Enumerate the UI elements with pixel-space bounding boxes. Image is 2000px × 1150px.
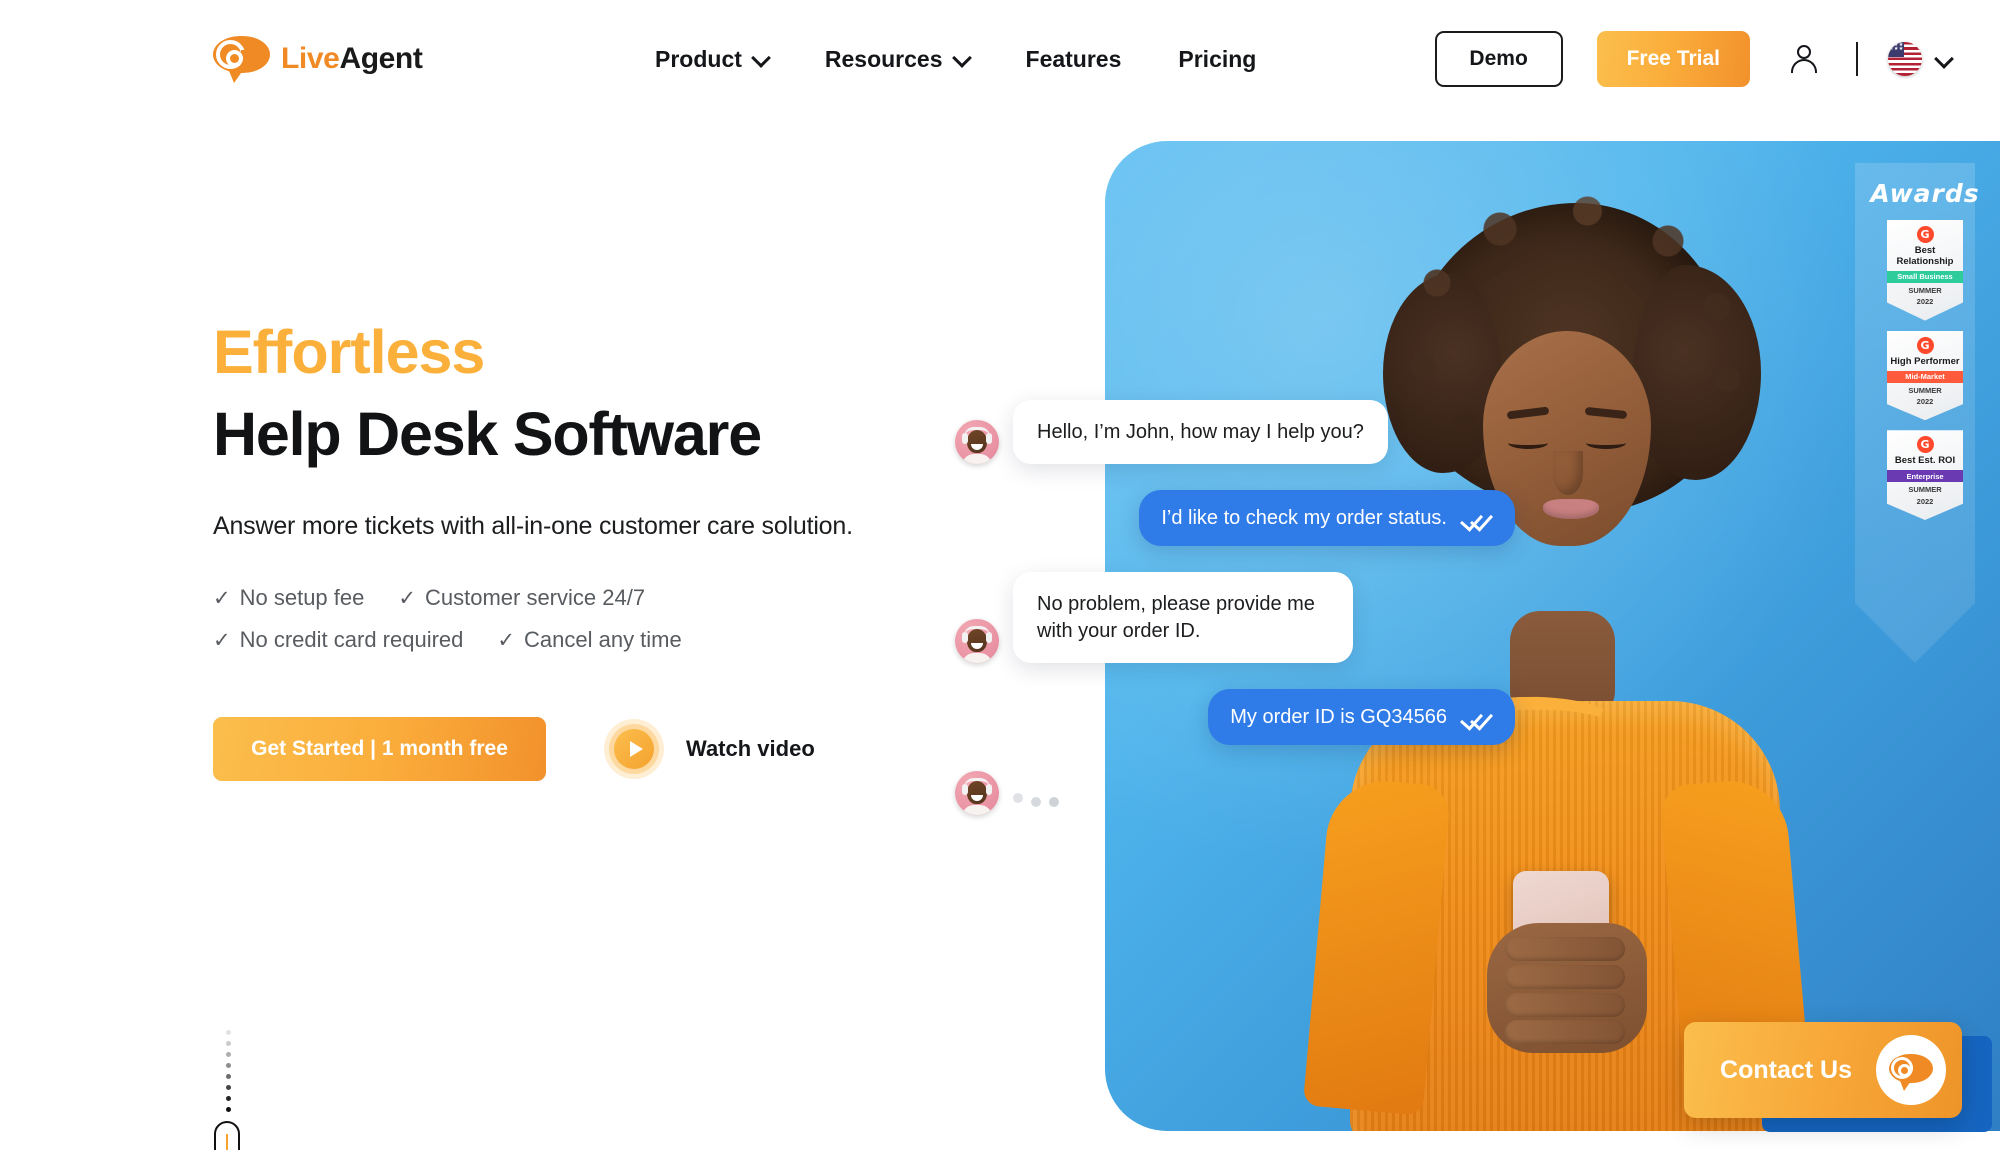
- page-title: Help Desk Software: [213, 399, 762, 468]
- checklist-item-label: Customer service 24/7: [424, 585, 646, 611]
- nav-item-label: Resources: [824, 45, 943, 72]
- watch-video-button[interactable]: Watch video: [604, 719, 815, 780]
- award-name: Best Est. ROI: [1894, 455, 1956, 467]
- brand-logo[interactable]: LiveAgent: [213, 36, 423, 83]
- agent-avatar-headset-icon: [955, 420, 999, 465]
- chat-conversation-overlay: Hello, I’m John, how may I help you? I’d…: [955, 400, 1515, 841]
- contact-us-widget[interactable]: Contact Us: [1684, 1022, 1962, 1118]
- agent-avatar-headset-icon: [955, 619, 999, 664]
- chat-typing-indicator: [955, 771, 1515, 816]
- chat-message-agent: No problem, please provide me with your …: [955, 572, 1515, 664]
- user-account-icon[interactable]: [1790, 43, 1818, 75]
- nav-item-label: Features: [1025, 45, 1122, 72]
- nav-item-label: Product: [655, 45, 742, 72]
- at-speech-bubble-icon: [213, 36, 270, 83]
- g2-logo-icon: G: [1916, 436, 1934, 454]
- awards-title: Awards: [1870, 179, 1980, 208]
- award-segment: Mid-Market: [1887, 370, 1963, 383]
- watch-video-label: Watch video: [686, 736, 815, 762]
- at-speech-bubble-icon: [1876, 1035, 1946, 1105]
- site-header: LiveAgent Product Resources Features Pri…: [0, 0, 2000, 118]
- chevron-down-icon: [753, 49, 768, 64]
- page-title-accent: Effortless: [213, 318, 485, 386]
- chat-bubble-text: My order ID is GQ34566: [1230, 706, 1447, 729]
- chat-message-customer: My order ID is GQ34566: [955, 689, 1515, 746]
- g2-logo-icon: G: [1916, 226, 1934, 243]
- hero-cta-group: Get Started | 1 month free Watch video: [213, 717, 1013, 782]
- award-season: SUMMER: [1908, 385, 1942, 395]
- award-badge: G Best Est. ROI Enterprise SUMMER 2022: [1887, 430, 1963, 520]
- check-icon: ✓: [497, 628, 515, 652]
- chat-bubble-text: No problem, please provide me with your …: [1013, 572, 1353, 664]
- chat-message-agent: Hello, I’m John, how may I help you?: [955, 400, 1515, 465]
- nav-item-features[interactable]: Features: [1026, 36, 1122, 83]
- header-divider: [1856, 42, 1858, 76]
- award-season: SUMMER: [1908, 485, 1942, 495]
- checklist-item: ✓ No setup fee: [213, 585, 364, 611]
- us-flag-icon: ★★★★★★★★: [1888, 42, 1922, 76]
- g2-logo-icon: G: [1916, 336, 1934, 354]
- play-triangle-icon: [614, 729, 654, 770]
- check-icon: ✓: [213, 628, 231, 652]
- awards-badge-list: G Best Relationship Small Business SUMME…: [1850, 220, 2000, 520]
- play-button[interactable]: [604, 719, 664, 780]
- free-trial-button[interactable]: Free Trial: [1596, 31, 1750, 87]
- hero-content: Effortless Help Desk Software Answer mor…: [213, 318, 1013, 782]
- language-selector[interactable]: ★★★★★★★★: [1888, 42, 1952, 76]
- chat-message-customer: I’d like to check my order status.: [955, 490, 1515, 547]
- checklist-item: ✓ Customer service 24/7: [398, 585, 645, 611]
- checklist-item-label: No setup fee: [239, 585, 365, 611]
- main-navigation: Product Resources Features Pricing: [655, 0, 1256, 118]
- double-check-icon: [1465, 510, 1493, 526]
- award-badge: G Best Relationship Small Business SUMME…: [1887, 220, 1963, 321]
- header-actions: Demo Free Trial ★★★★★★★★: [1434, 0, 2000, 118]
- award-name: Best Relationship: [1896, 245, 1954, 267]
- awards-panel: Awards G Best Relationship Small Busines…: [1850, 163, 2000, 663]
- feature-checklist: ✓ No setup fee ✓ Customer service 24/7 ✓…: [213, 585, 853, 669]
- award-badge: G High Performer Mid-Market SUMMER 2022: [1887, 330, 1963, 421]
- contact-us-label: Contact Us: [1720, 1055, 1852, 1084]
- award-name: High Performer: [1890, 355, 1960, 367]
- double-check-icon: [1465, 709, 1493, 725]
- award-segment: Small Business: [1887, 270, 1963, 283]
- nav-item-resources[interactable]: Resources: [825, 36, 969, 83]
- award-segment: Enterprise: [1887, 470, 1963, 483]
- checklist-item-label: No credit card required: [239, 627, 464, 653]
- get-started-button[interactable]: Get Started | 1 month free: [213, 717, 546, 782]
- award-year: 2022: [1916, 297, 1934, 307]
- scroll-down-mouse-icon[interactable]: [213, 1030, 243, 1150]
- hero-subheadline: Answer more tickets with all-in-one cust…: [213, 512, 853, 541]
- chevron-down-icon: [1936, 51, 1952, 67]
- brand-name-part2: Agent: [339, 42, 423, 75]
- nav-item-pricing[interactable]: Pricing: [1178, 36, 1256, 83]
- chevron-down-icon: [954, 49, 969, 64]
- nav-item-label: Pricing: [1178, 45, 1257, 72]
- chat-bubble-text: Hello, I’m John, how may I help you?: [1013, 400, 1388, 465]
- check-icon: ✓: [213, 586, 231, 610]
- brand-name-part1: Live: [281, 42, 340, 75]
- chat-bubble-text: I’d like to check my order status.: [1161, 507, 1447, 530]
- checklist-item-label: Cancel any time: [524, 627, 682, 653]
- checklist-item: ✓ Cancel any time: [497, 627, 681, 653]
- checklist-item: ✓ No credit card required: [213, 627, 463, 653]
- award-year: 2022: [1916, 396, 1934, 406]
- award-season: SUMMER: [1908, 285, 1942, 295]
- award-year: 2022: [1916, 496, 1934, 506]
- demo-button[interactable]: Demo: [1434, 31, 1563, 87]
- typing-dots-icon: [1013, 789, 1059, 815]
- brand-name: LiveAgent: [281, 42, 423, 76]
- agent-avatar-headset-icon: [955, 771, 999, 816]
- nav-item-product[interactable]: Product: [655, 36, 768, 83]
- landing-page: LiveAgent Product Resources Features Pri…: [0, 0, 2000, 1150]
- check-icon: ✓: [398, 586, 416, 610]
